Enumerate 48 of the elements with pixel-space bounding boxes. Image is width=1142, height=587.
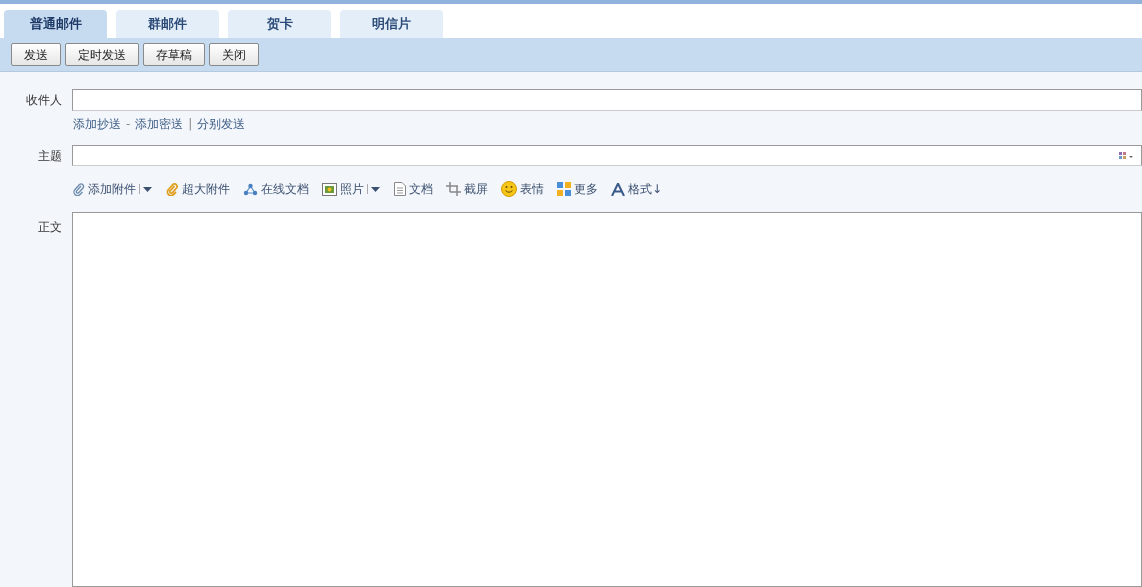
toolbar-entry[interactable]: 截屏 [446,180,488,198]
photo-icon [322,182,337,196]
separator-text: | [188,116,193,133]
toolbar-entry[interactable]: 更多 [557,180,598,198]
toolbar-item[interactable]: 格式↓ [628,180,663,198]
smiley-icon [501,181,517,197]
body-label: 正文 [37,219,63,236]
toolbar-item[interactable]: 超大附件 [182,180,230,198]
toolbar-item[interactable]: 文档 [409,180,433,198]
document-icon [394,182,406,196]
subject-input[interactable] [72,145,1142,166]
toolbar-item[interactable]: 更多 [574,180,598,198]
font-icon [611,182,625,196]
paperclip-icon [73,182,85,196]
toolbar-entry[interactable]: 表情 [501,180,544,198]
recipient-input[interactable] [72,89,1142,111]
screenshot-icon [446,182,461,196]
toolbar-entry[interactable]: 添加附件 [73,180,153,198]
action-button[interactable]: 关闭 [209,43,259,66]
toolbar-entry[interactable]: 超大附件 [166,180,230,198]
action-button[interactable]: 定时发送 [65,43,139,66]
toolbar-entry[interactable]: 格式↓ [611,180,663,198]
tab[interactable]: 群邮件 [116,10,219,38]
toolbar-item[interactable]: 截屏 [464,180,488,198]
toolbar-item[interactable]: 添加附件 [88,180,136,198]
toolbar-entry[interactable]: 照片 [322,180,381,198]
subject-label: 主题 [37,147,63,165]
tab[interactable]: 明信片 [340,10,443,38]
share-icon [243,182,258,196]
option-link[interactable]: 分别发送 [197,115,246,133]
tab[interactable]: 贺卡 [228,10,331,38]
dropdown-caret-icon[interactable] [139,184,153,194]
tab[interactable]: 普通邮件 [4,10,107,38]
toolbar-item[interactable]: 表情 [520,180,544,198]
option-link[interactable]: 添加密送 [135,115,184,133]
action-button[interactable]: 存草稿 [143,43,205,66]
toolbar-item[interactable]: 照片 [340,180,364,198]
toolbar-item[interactable]: 在线文档 [261,180,309,198]
separator-text: - [126,116,131,133]
toolbar-entry[interactable]: 文档 [394,180,433,198]
grid-icon [557,182,571,196]
grid-icon[interactable] [1119,151,1135,160]
toolbar-entry[interactable]: 在线文档 [243,180,309,198]
dropdown-caret-icon[interactable] [367,184,381,194]
paperclip-icon [166,182,179,196]
recipient-label: 收件人 [25,92,63,109]
action-button[interactable]: 发送 [11,43,61,66]
option-link[interactable]: 添加抄送 [73,115,121,133]
